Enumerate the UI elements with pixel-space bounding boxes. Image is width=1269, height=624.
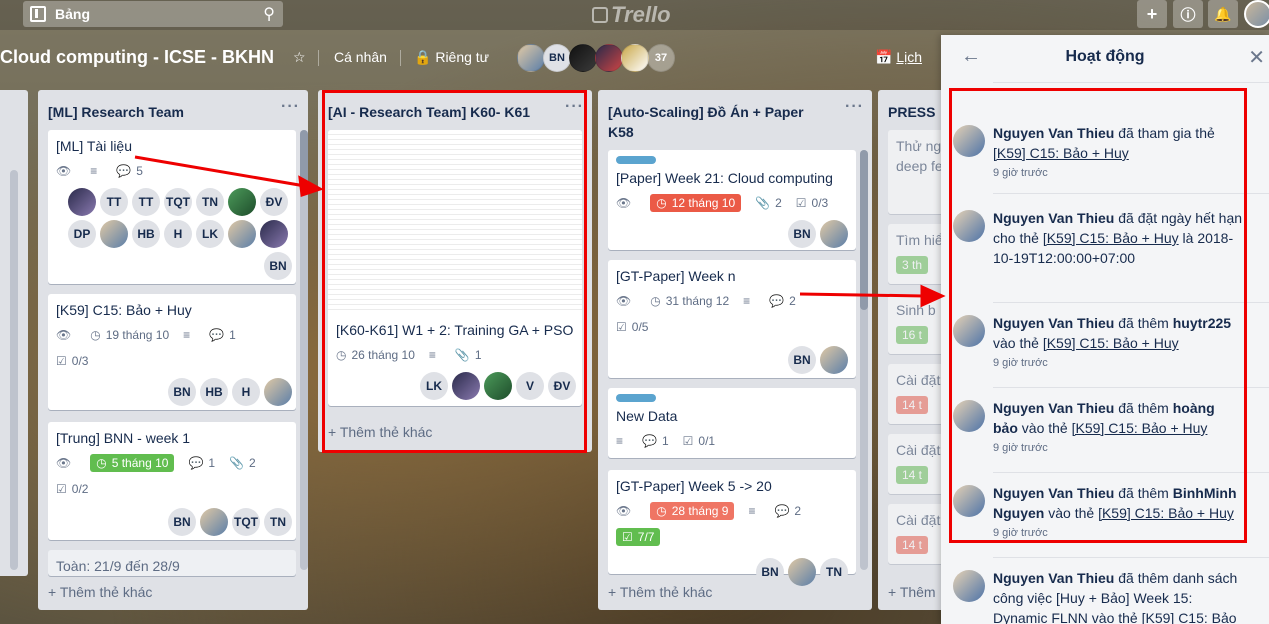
annotation-arrowhead <box>298 175 324 198</box>
annotation-arrow <box>134 155 306 188</box>
annotation-arrow <box>799 292 926 298</box>
annotation-arrowhead <box>920 284 946 308</box>
annotation-arrows <box>134 155 946 308</box>
